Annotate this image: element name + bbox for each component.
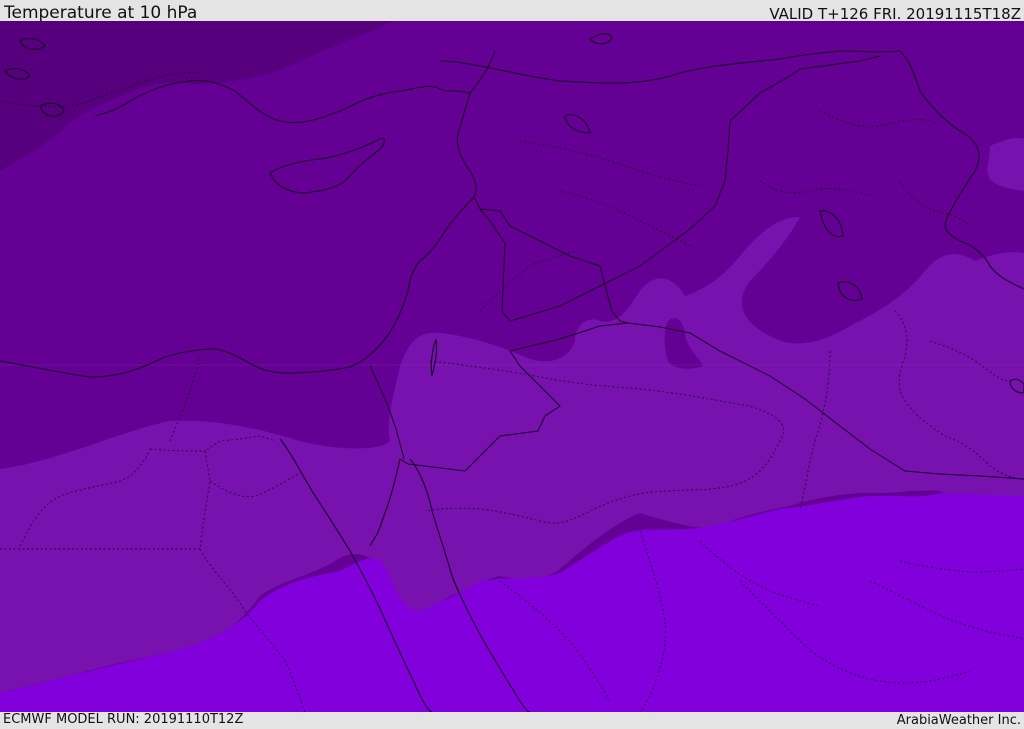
footer-bar: ECMWF MODEL RUN: 20191110T12Z ArabiaWeat… — [0, 712, 1024, 729]
credit-label: ArabiaWeather Inc. — [896, 713, 1021, 728]
temperature-map[interactable] — [0, 21, 1024, 712]
map-canvas — [0, 21, 1024, 712]
map-title: Temperature at 10 hPa — [4, 3, 198, 23]
model-run-label: ECMWF MODEL RUN: 20191110T12Z — [3, 712, 244, 727]
weather-map-frame: Temperature at 10 hPa VALID T+126 FRI. 2… — [0, 0, 1024, 729]
header-bar: Temperature at 10 hPa VALID T+126 FRI. 2… — [0, 0, 1024, 23]
